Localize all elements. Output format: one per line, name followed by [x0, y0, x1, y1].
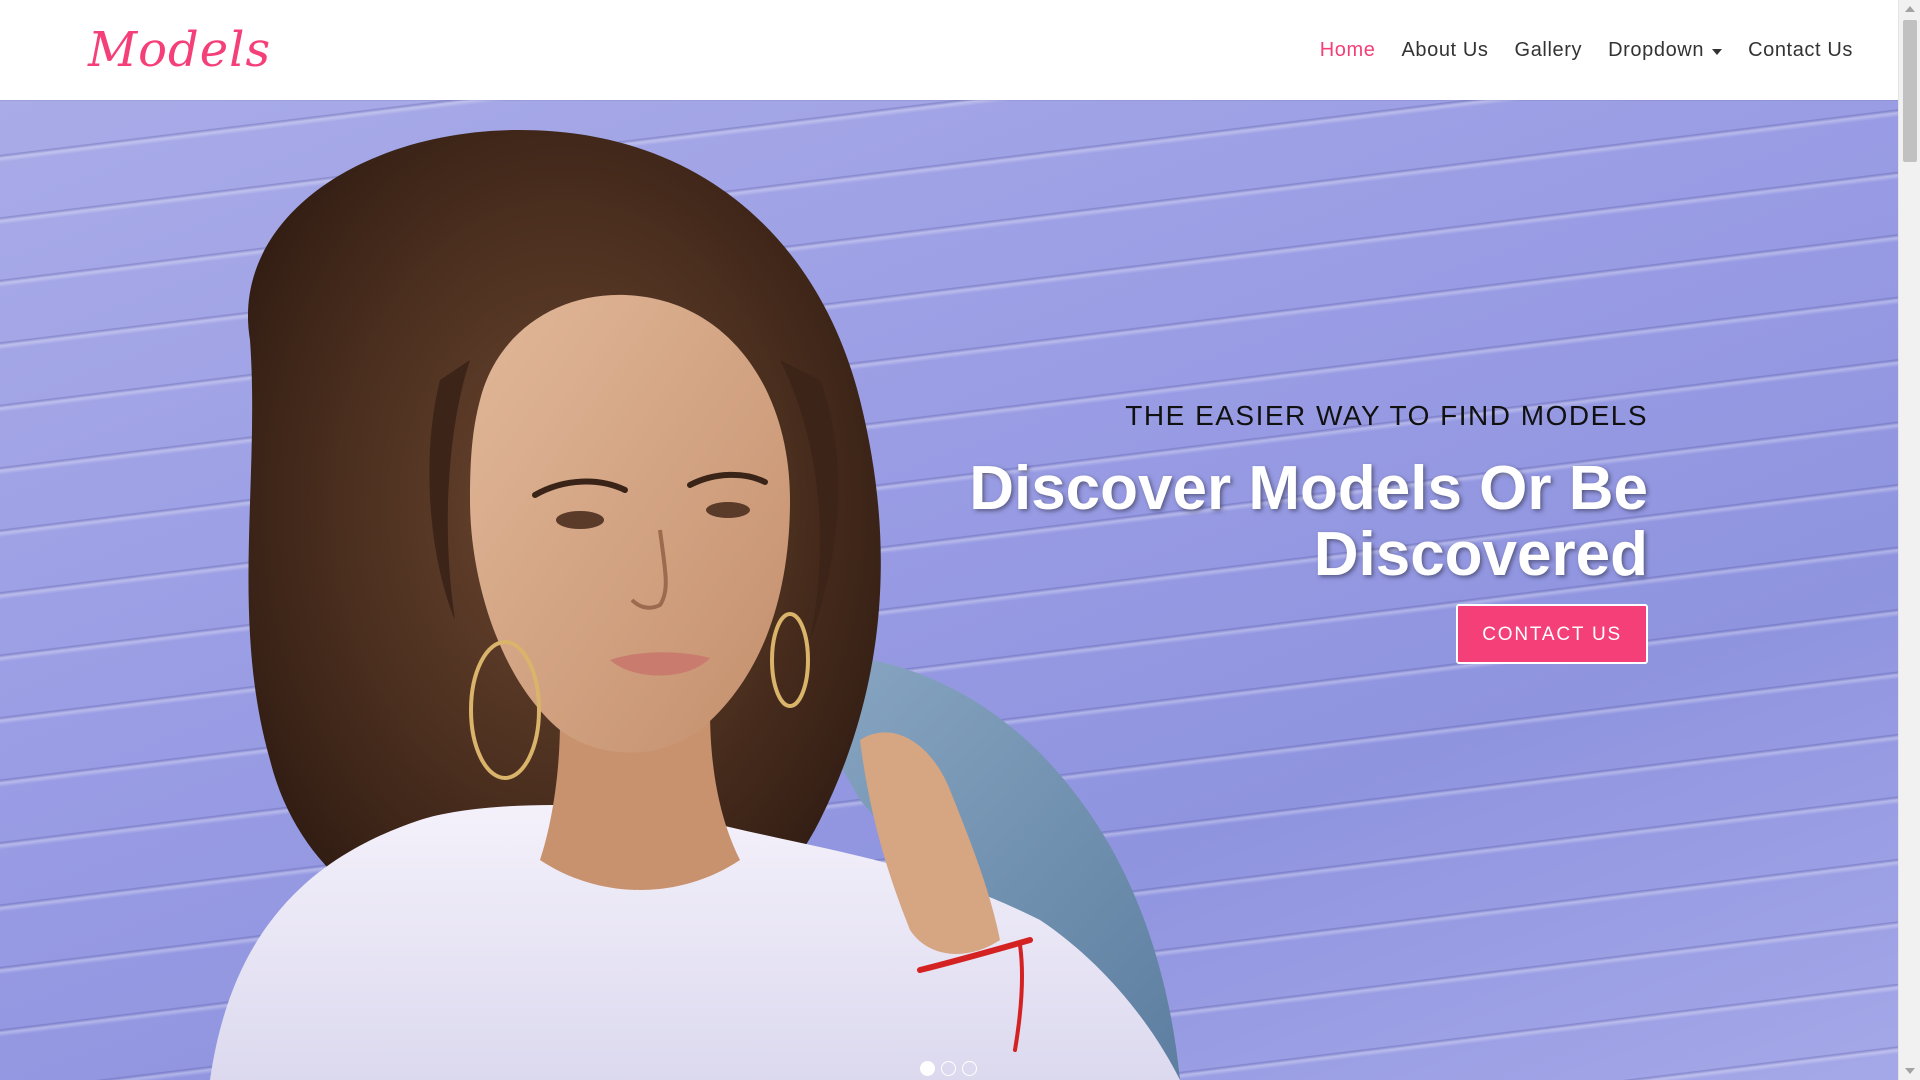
caret-down-icon [1712, 49, 1723, 55]
scroll-thumb[interactable] [1903, 20, 1917, 162]
navbar: Models Home About Us Gallery Dropdown Co… [0, 0, 1898, 100]
vertical-scrollbar[interactable] [1898, 0, 1920, 1080]
hero-subtitle: THE EASIER WAY TO FIND MODELS [1125, 400, 1648, 431]
nav-item-dropdown-label: Dropdown [1608, 38, 1705, 61]
hero-carousel: THE EASIER WAY TO FIND MODELS Discover M… [0, 100, 1898, 1080]
page: Models Home About Us Gallery Dropdown Co… [0, 0, 1920, 1080]
hero-title-line1: Discover Models Or Be [969, 454, 1648, 523]
nav-item-home[interactable]: Home [1307, 39, 1389, 62]
carousel-dot-2[interactable] [941, 1061, 956, 1076]
carousel-dot-3[interactable] [962, 1061, 977, 1076]
chevron-down-icon[interactable] [1905, 1068, 1915, 1074]
hero-title: Discover Models Or Be Discovered [888, 456, 1648, 588]
nav-item-about-us[interactable]: About Us [1388, 39, 1501, 62]
hero-caption: THE EASIER WAY TO FIND MODELS Discover M… [888, 400, 1648, 664]
hero-title-line2: Discovered [1313, 520, 1648, 589]
nav-item-contact-us[interactable]: Contact Us [1735, 39, 1866, 62]
carousel-dot-1[interactable] [920, 1061, 935, 1076]
main-nav: Home About Us Gallery Dropdown Contact U… [1307, 0, 1866, 100]
contact-us-button[interactable]: CONTACT US [1456, 604, 1648, 664]
chevron-up-icon[interactable] [1905, 6, 1915, 12]
nav-item-gallery[interactable]: Gallery [1502, 39, 1596, 62]
carousel-indicators [920, 1061, 977, 1076]
nav-item-dropdown[interactable]: Dropdown [1595, 39, 1735, 62]
brand-logo[interactable]: Models [88, 18, 271, 82]
